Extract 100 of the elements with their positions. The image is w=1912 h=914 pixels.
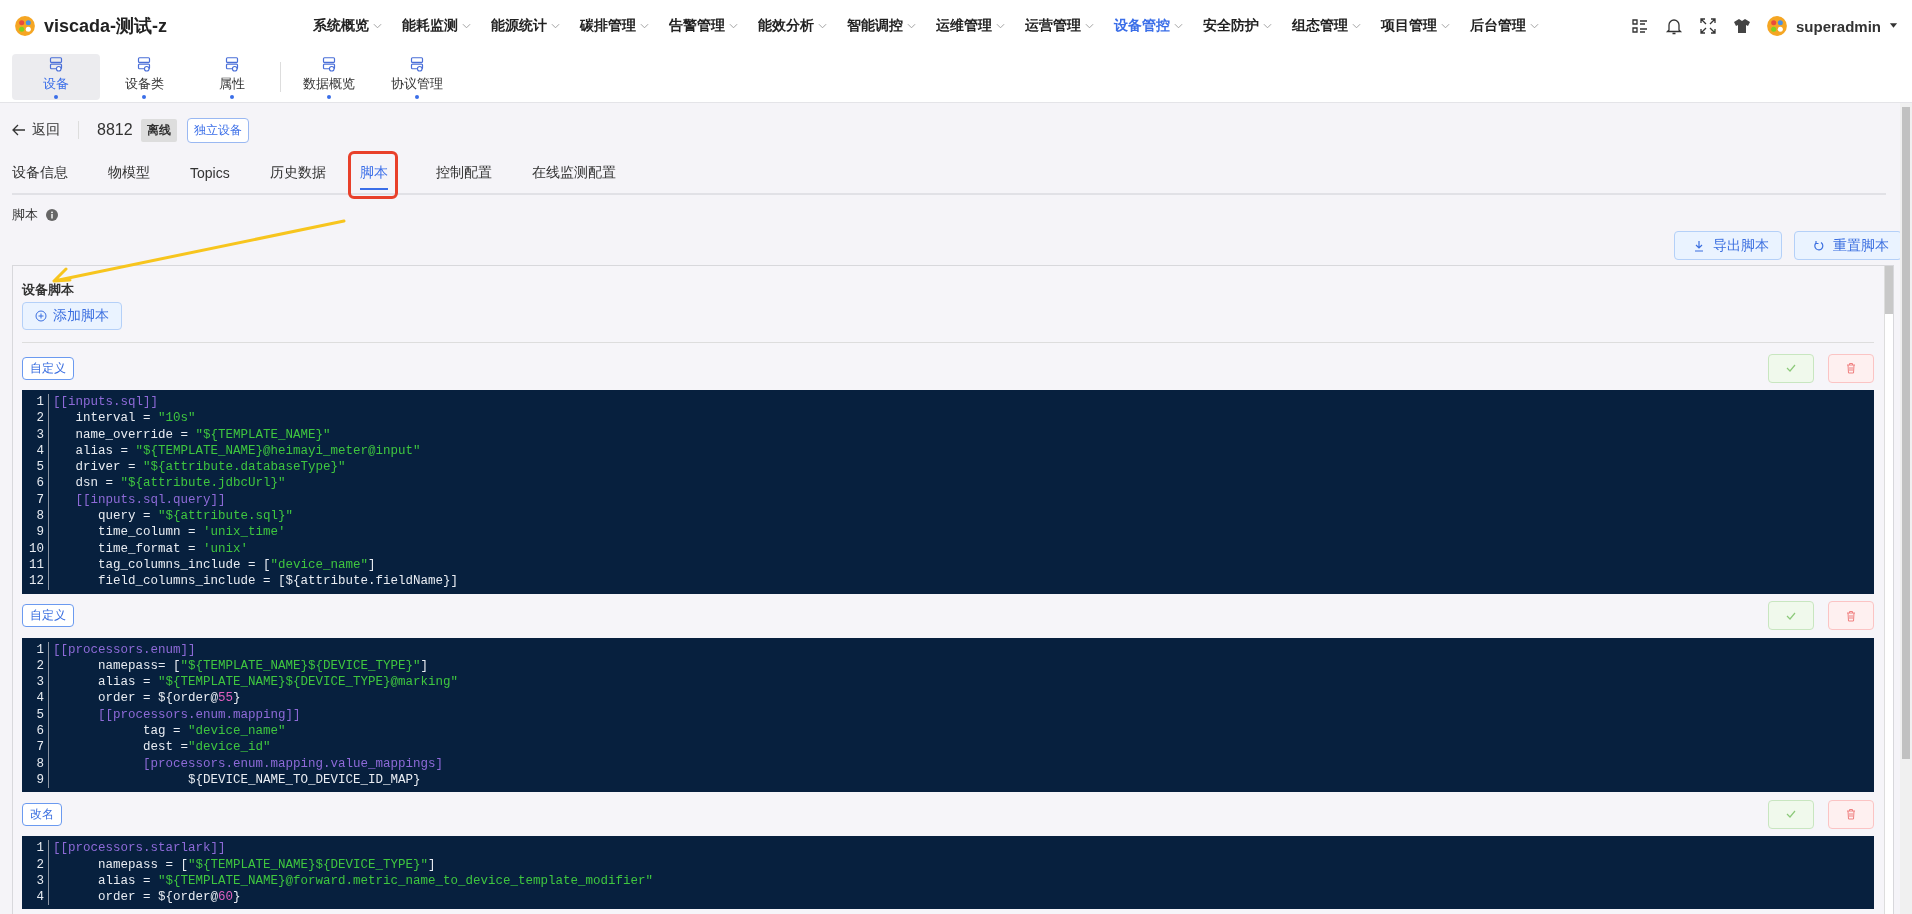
code-line: namepass = ["${TEMPLATE_NAME}${DEVICE_TYPE}"] [97,856,436,873]
logo-icon [14,15,36,37]
chevron-icon [551,23,560,29]
nav-menu-item[interactable]: 后台管理 [1461,17,1550,35]
delete-button[interactable] [1828,353,1874,383]
line-number: 6 [22,475,49,492]
line-number: 7 [22,739,49,756]
nav-menu-item[interactable]: 碳排管理 [571,17,660,35]
chevron-icon [1441,23,1450,29]
line-number: 5 [22,459,49,476]
nav-menu-item[interactable]: 设备管控 [1105,17,1194,35]
chevron-icon [1085,23,1094,29]
status-tag: 离线 [140,118,177,142]
type-tag: 独立设备 [186,117,249,143]
line-number: 3 [22,674,49,691]
code-line: dest ="device_id" [142,739,271,756]
check-icon [1785,362,1797,374]
nav-menu-item[interactable]: 系统概览 [304,17,393,35]
page-scrollbar[interactable] [1900,103,1912,914]
scrollbar[interactable] [1884,266,1893,914]
line-number: 2 [22,657,49,675]
tab[interactable]: 物模型 [108,158,150,190]
script-tag: 自定义 [22,356,74,380]
delete-button[interactable] [1828,799,1874,829]
code-line: tag = "device_name" [142,723,286,740]
app-title: viscada-测试-z [44,15,168,38]
nav-menu-item[interactable]: 能效分析 [749,17,838,35]
code-line: time_format = 'unix' [97,540,249,557]
script-tag: 自定义 [22,604,74,628]
download-icon [1693,239,1705,252]
toolbar-button[interactable]: 设备类 [100,54,188,100]
code-line: query = "${attribute.sql}" [97,508,294,525]
code-line: [[inputs.sql.query]] [74,491,226,509]
code-line: order = ${order@55} [97,690,241,707]
fullscreen-icon[interactable] [1697,16,1718,36]
line-number: 12 [22,573,49,590]
toolbar-button[interactable]: 数据概览 [285,54,373,100]
section-title: 脚本 [12,206,38,224]
nav-menu-item[interactable]: 智能调控 [838,17,927,35]
confirm-button[interactable] [1768,799,1814,829]
user-name[interactable]: superadmin [1795,17,1881,35]
trash-icon [1845,609,1857,622]
nav-menu-item[interactable]: 运营管理 [1016,17,1105,35]
action-button[interactable]: 重置脚本 [1794,231,1902,260]
line-number: 9 [22,771,49,789]
code-line: interval = "10s" [74,410,196,427]
code-line: [[processors.starlark]] [53,840,226,857]
confirm-button[interactable] [1768,601,1814,631]
caret-icon[interactable] [1889,23,1898,29]
code-line: [[processors.enum]] [53,641,196,658]
tab[interactable]: 在线监测配置 [531,158,616,190]
code-line: order = ${order@60} [97,889,241,906]
tab[interactable]: Topics [190,158,230,190]
chevron-icon [373,23,382,29]
list-icon[interactable] [1629,16,1650,36]
chevron-icon [640,23,649,29]
delete-button[interactable] [1828,601,1874,631]
confirm-button[interactable] [1768,353,1814,383]
nav-menu-item[interactable]: 能耗监测 [393,17,482,35]
nav-menu-item[interactable]: 组态管理 [1283,17,1372,35]
chevron-icon [996,23,1005,29]
line-number: 11 [22,556,49,574]
nav-menu-item[interactable]: 项目管理 [1372,17,1461,35]
shirt-icon[interactable] [1731,16,1752,36]
line-number: 1 [22,840,49,857]
back-link[interactable]: 返回 [12,121,60,139]
code-line: time_column = 'unix_time' [97,524,286,541]
code-line: alias = "${TEMPLATE_NAME}${DEVICE_TYPE}@marking" [97,674,459,691]
nav-menu-item[interactable]: 运维管理 [927,17,1016,35]
nav-menu-item[interactable]: 告警管理 [660,17,749,35]
tab[interactable]: 控制配置 [435,158,492,190]
code-line: [[inputs.sql]] [53,394,159,411]
add-script-button[interactable]: 添加脚本 [22,302,122,330]
tab[interactable]: 设备信息 [12,158,68,190]
tab[interactable]: 脚本 [359,158,388,190]
line-number: 2 [22,856,49,873]
chevron-icon [1352,23,1361,29]
code-editor[interactable] [22,637,1874,793]
device-id: 8812 [97,121,133,139]
code-line: dsn = "${attribute.jdbcUrl}" [74,475,286,492]
line-number: 10 [22,540,49,557]
code-line: alias = "${TEMPLATE_NAME}@forward.metric_name_to_device_template_modifier" [97,872,654,890]
back-arrow-icon [12,124,26,136]
nav-menu-item[interactable]: 能源统计 [482,17,571,35]
toolbar-button[interactable]: 协议管理 [373,54,461,100]
info-icon[interactable] [46,209,58,221]
chevron-icon [729,23,738,29]
code-line: [[processors.enum.mapping]] [97,706,301,724]
code-line: name_override = "${TEMPLATE_NAME}" [74,426,331,443]
toolbar-button[interactable]: 设备 [12,54,100,100]
action-button[interactable]: 导出脚本 [1674,231,1782,260]
line-number: 5 [22,706,49,724]
line-number: 1 [22,641,49,658]
tab[interactable]: 历史数据 [269,158,326,190]
nav-menu-item[interactable]: 安全防护 [1194,17,1283,35]
code-line: [processors.enum.mapping.value_mappings] [142,755,444,772]
code-editor[interactable]: 1 [[processors.starlark]] 2 namepass = ["${TEMPLATE_NAME}${DEVICE_TYPE}"] 3 alias = "${TEMPLATE_NAME}@forward.metric_name_to_device_template_modifier" 4 order = ${order@60} [22,836,1874,910]
toolbar-button[interactable]: 属性 [188,54,276,100]
code-line: field_columns_include = [${attribute.fieldName}] [97,573,459,590]
chevron-icon [1263,23,1272,29]
